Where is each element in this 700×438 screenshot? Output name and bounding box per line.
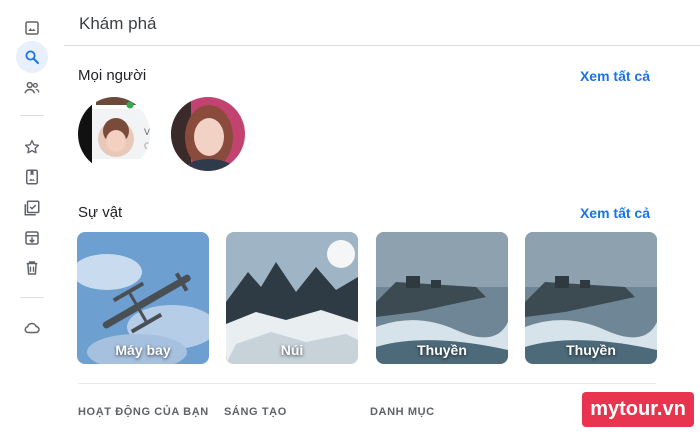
person-photo (171, 97, 245, 171)
checkbox-icon (24, 200, 40, 216)
archive-nav-button[interactable] (16, 222, 48, 254)
sharing-nav-button[interactable] (16, 72, 48, 104)
trash-nav-button[interactable] (16, 252, 48, 284)
thing-card-airplane[interactable]: Máy bay (77, 232, 209, 364)
thing-label: Núi (280, 342, 304, 358)
search-icon (25, 50, 39, 64)
things-see-all-link[interactable]: Xem tất cả (580, 205, 650, 221)
side-nav (0, 0, 64, 438)
nav-divider (20, 115, 44, 116)
page-title: Khám phá (79, 14, 157, 33)
photos-nav-button[interactable] (16, 12, 48, 44)
explore-nav-button[interactable] (16, 41, 48, 73)
utilities-nav-button[interactable] (16, 192, 48, 224)
person-photo-collage (78, 97, 150, 171)
person-avatar[interactable]: Vi O (78, 97, 150, 171)
trash-icon (26, 261, 38, 275)
person-avatar[interactable] (171, 97, 245, 171)
archive-icon (25, 231, 39, 245)
watermark-logo: mytour.vn (582, 392, 694, 427)
people-section-title: Mọi người (78, 67, 147, 84)
category-categories[interactable]: DANH MỤC (370, 406, 435, 418)
storage-nav-button[interactable] (16, 312, 48, 344)
category-your-activity[interactable]: HOẠT ĐỘNG CỦA BẠN (78, 406, 209, 418)
thing-card-boat[interactable]: Thuyền (376, 232, 508, 364)
albums-nav-button[interactable] (16, 161, 48, 193)
thing-label: Thuyền (417, 342, 467, 358)
person-card-text: Vi (144, 127, 150, 137)
thing-label: Thuyền (566, 342, 616, 358)
album-icon (26, 169, 38, 185)
thing-label: Máy bay (115, 342, 171, 358)
cloud-icon (24, 322, 40, 334)
thing-card-mountain[interactable]: Núi (226, 232, 358, 364)
category-creations[interactable]: SÁNG TẠO (224, 406, 287, 418)
people-icon (24, 81, 40, 94)
favorites-nav-button[interactable] (16, 131, 48, 163)
section-divider (78, 383, 656, 384)
thing-card-boat[interactable]: Thuyền (525, 232, 657, 364)
top-bar: Khám phá (64, 0, 700, 46)
people-see-all-link[interactable]: Xem tất cả (580, 68, 650, 84)
person-card-subtext: O (144, 141, 150, 151)
nav-divider (20, 297, 44, 298)
star-icon (24, 139, 40, 154)
things-section-title: Sự vật (78, 204, 123, 221)
photo-icon (25, 21, 39, 35)
